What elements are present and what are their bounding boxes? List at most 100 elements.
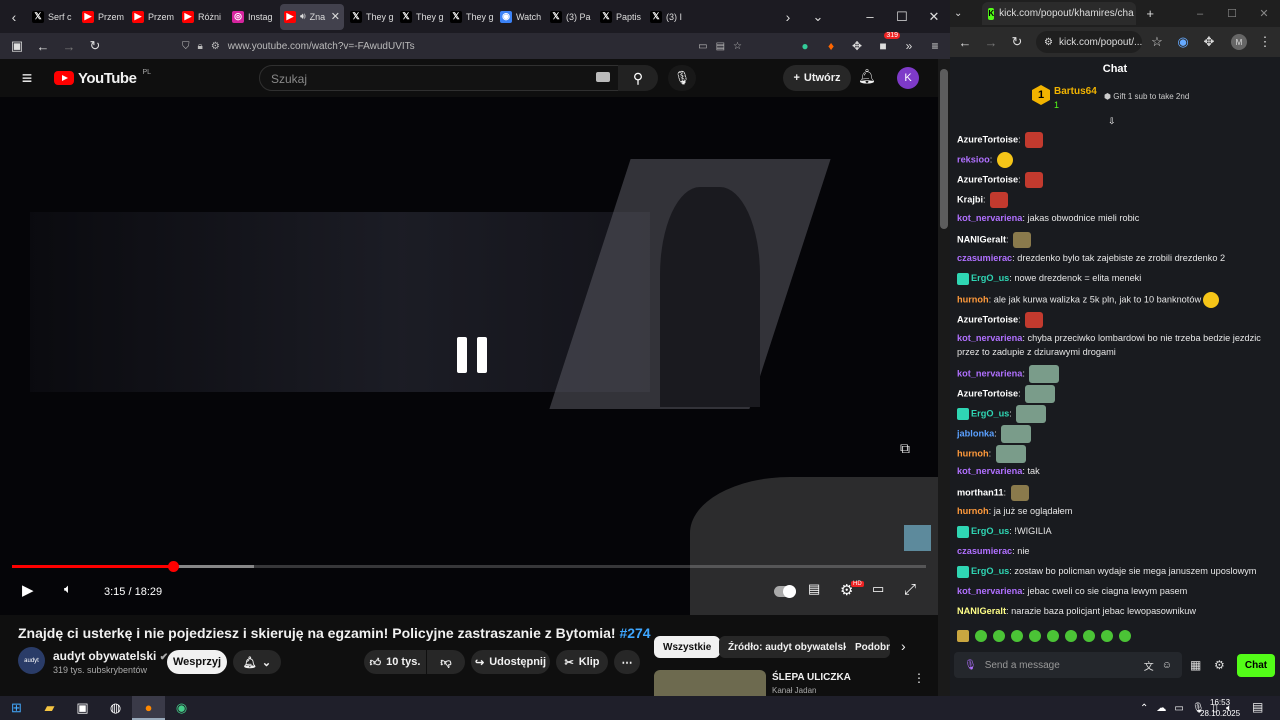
support-button[interactable]: Wesprzyj <box>167 650 227 674</box>
browser-tab[interactable]: ▶ Przem <box>78 0 128 33</box>
share-button[interactable]: ↪ Udostępnij <box>471 650 550 674</box>
network-icon[interactable]: ▭ <box>1174 703 1183 714</box>
chip-related[interactable]: Podobn <box>846 636 890 658</box>
chrome-menu-icon[interactable]: ⋮ <box>1254 31 1276 53</box>
channel-avatar[interactable]: audyt <box>18 647 45 674</box>
play-icon[interactable]: ▶ <box>22 581 34 599</box>
create-button[interactable]: + Utwórz <box>783 65 851 91</box>
fullscreen-icon[interactable]: ⤢ <box>904 581 916 598</box>
emote-icon[interactable] <box>1047 630 1059 642</box>
reload-icon[interactable]: ↻ <box>1006 31 1028 53</box>
browser-tab[interactable]: 𝕏 They g <box>446 0 496 33</box>
maximize-icon[interactable]: ☐ <box>1216 7 1248 20</box>
back-icon[interactable]: ← <box>954 31 976 53</box>
channel-watermark[interactable] <box>904 525 931 551</box>
chip-all[interactable]: Wszystkie <box>654 636 721 658</box>
site-info-icon[interactable]: ⚙ <box>1044 37 1053 48</box>
start-icon[interactable]: ⊞ <box>0 696 33 720</box>
vpn-extension-icon[interactable]: ● <box>796 37 814 55</box>
channel-name[interactable]: audyt obywatelski ✔ <box>53 649 168 663</box>
scrollbar-thumb[interactable] <box>940 69 948 229</box>
browser-tab[interactable]: 𝕏 They g <box>346 0 396 33</box>
emote-icon[interactable] <box>1119 630 1131 642</box>
address-bar[interactable]: ⛉ 🔒︎ ⚙ www.youtube.com/watch?v=-FAwudUVI… <box>182 35 742 57</box>
keyboard-icon[interactable] <box>596 72 610 82</box>
tab-list-menu-icon[interactable]: ⌄ <box>802 9 834 25</box>
subtitles-icon[interactable]: ▤ <box>808 581 820 597</box>
file-explorer-icon[interactable]: ▰ <box>33 696 66 720</box>
chrome-taskbar-icon[interactable]: ◉ <box>165 696 198 720</box>
chat-username[interactable]: AzureTortoise <box>957 134 1018 144</box>
bookmark-star-icon[interactable]: ☆ <box>733 41 742 52</box>
url-text[interactable]: www.youtube.com/watch?v=-FAwudUVITs <box>228 41 415 52</box>
lock-icon[interactable]: 🔒︎ <box>198 41 203 52</box>
desktop-app-icon[interactable]: ▣ <box>66 696 99 720</box>
browser-tab[interactable]: ▶ Przem <box>128 0 178 33</box>
volume-icon[interactable]: 🔈︎ <box>64 581 72 597</box>
picture-in-picture-icon[interactable]: ▭ <box>698 41 707 52</box>
more-actions-icon[interactable]: ⋯ <box>614 650 640 674</box>
address-bar[interactable]: ⚙ kick.com/popout/... <box>1036 31 1142 53</box>
gift-prompt[interactable]: ⬢ Gift 1 sub to take 2nd <box>1104 92 1189 101</box>
chat-input-placeholder[interactable]: Send a message <box>985 660 1060 671</box>
emote-icon[interactable] <box>957 630 969 642</box>
progress-bar[interactable] <box>12 561 926 572</box>
collapse-icon[interactable]: ⇩ <box>1108 116 1116 127</box>
minimize-icon[interactable]: – <box>1184 8 1216 20</box>
video-hashtag[interactable]: #274 <box>619 625 650 641</box>
chat-username[interactable]: kot_nervariena <box>957 333 1022 343</box>
dislike-button[interactable]: 👎︎ <box>427 650 465 674</box>
chat-input[interactable]: 🎙︎ Send a message 文 ☺ <box>954 652 1182 678</box>
bookmark-star-icon[interactable]: ☆ <box>1146 31 1168 53</box>
recommendation-title[interactable]: ŚLEPA ULICZKA <box>772 672 851 683</box>
chat-username[interactable]: czasumierac <box>957 546 1012 556</box>
video-player[interactable]: ⧉ ▶ 🔈︎ 3:15 / 18:29 ▤ ⚙ HD ▭ ⤢ <box>0 97 938 615</box>
miniplayer-icon[interactable]: ⧉ <box>900 440 910 457</box>
emote-icon[interactable] <box>1101 630 1113 642</box>
close-window-icon[interactable]: ✕ <box>1248 7 1280 20</box>
fox-extension-icon[interactable]: ♦ <box>822 37 840 55</box>
recommendation-menu-icon[interactable]: ⋮ <box>913 671 925 685</box>
store-icon[interactable]: ▦ <box>1190 658 1201 672</box>
chat-username[interactable]: AzureTortoise <box>957 314 1018 324</box>
account-avatar[interactable]: K <box>897 67 919 89</box>
browser-tab[interactable]: ▶ Różni <box>178 0 228 33</box>
channel-name-text[interactable]: audyt obywatelski <box>53 649 156 663</box>
chips-next-icon[interactable]: › <box>901 638 906 654</box>
emote-icon[interactable] <box>1029 630 1041 642</box>
permissions-icon[interactable]: ⚙ <box>211 41 220 52</box>
pause-overlay-icon[interactable] <box>457 337 487 373</box>
back-icon[interactable]: ← <box>32 35 54 57</box>
chat-username[interactable]: czasumierac <box>957 253 1012 263</box>
chat-username[interactable]: kot_nervariena <box>957 213 1022 223</box>
steam-icon[interactable]: ◍ <box>99 696 132 720</box>
autoplay-toggle[interactable] <box>774 585 796 598</box>
chat-username[interactable]: hurnoh <box>957 448 989 458</box>
close-window-icon[interactable]: ✕ <box>918 9 950 25</box>
chat-username[interactable]: AzureTortoise <box>957 174 1018 184</box>
like-button[interactable]: 👍︎ 10 tys. <box>364 650 426 674</box>
translate-icon[interactable]: 文 <box>1144 658 1154 673</box>
search-input[interactable]: Szukaj <box>259 65 619 91</box>
chip-source[interactable]: Źródło: audyt obywatelski <box>719 636 861 658</box>
browser-tab[interactable]: ▶ 🔊︎ Zna ✕ <box>280 3 344 30</box>
youtube-logo[interactable]: YouTube PL <box>54 69 151 87</box>
emote-icon[interactable] <box>975 630 987 642</box>
chat-username[interactable]: morthan11 <box>957 487 1003 497</box>
chat-username[interactable]: kot_nervariena <box>957 586 1022 596</box>
emote-icon[interactable] <box>1083 630 1095 642</box>
browser-tab[interactable]: ◉ Watch <box>496 0 546 33</box>
reload-icon[interactable]: ↻ <box>84 35 106 57</box>
chat-username[interactable]: hurnoh <box>957 506 989 516</box>
guide-menu-icon[interactable]: ≡ <box>0 68 54 89</box>
chat-username[interactable]: ErgO_us <box>971 526 1009 536</box>
tab-scroll-left-icon[interactable]: ‹ <box>0 9 28 25</box>
adblock-extension-icon[interactable]: ■ 319 <box>874 32 900 55</box>
profile-avatar[interactable]: M <box>1231 34 1247 50</box>
chat-username[interactable]: ErgO_us <box>971 408 1009 418</box>
shield-icon[interactable]: ⛉ <box>182 41 190 52</box>
chat-username[interactable]: jablonka <box>957 428 994 438</box>
firefox-taskbar-icon[interactable]: ● <box>132 696 165 720</box>
chat-username[interactable]: Krajbi <box>957 194 983 204</box>
overflow-chevron-icon[interactable]: » <box>900 37 918 55</box>
